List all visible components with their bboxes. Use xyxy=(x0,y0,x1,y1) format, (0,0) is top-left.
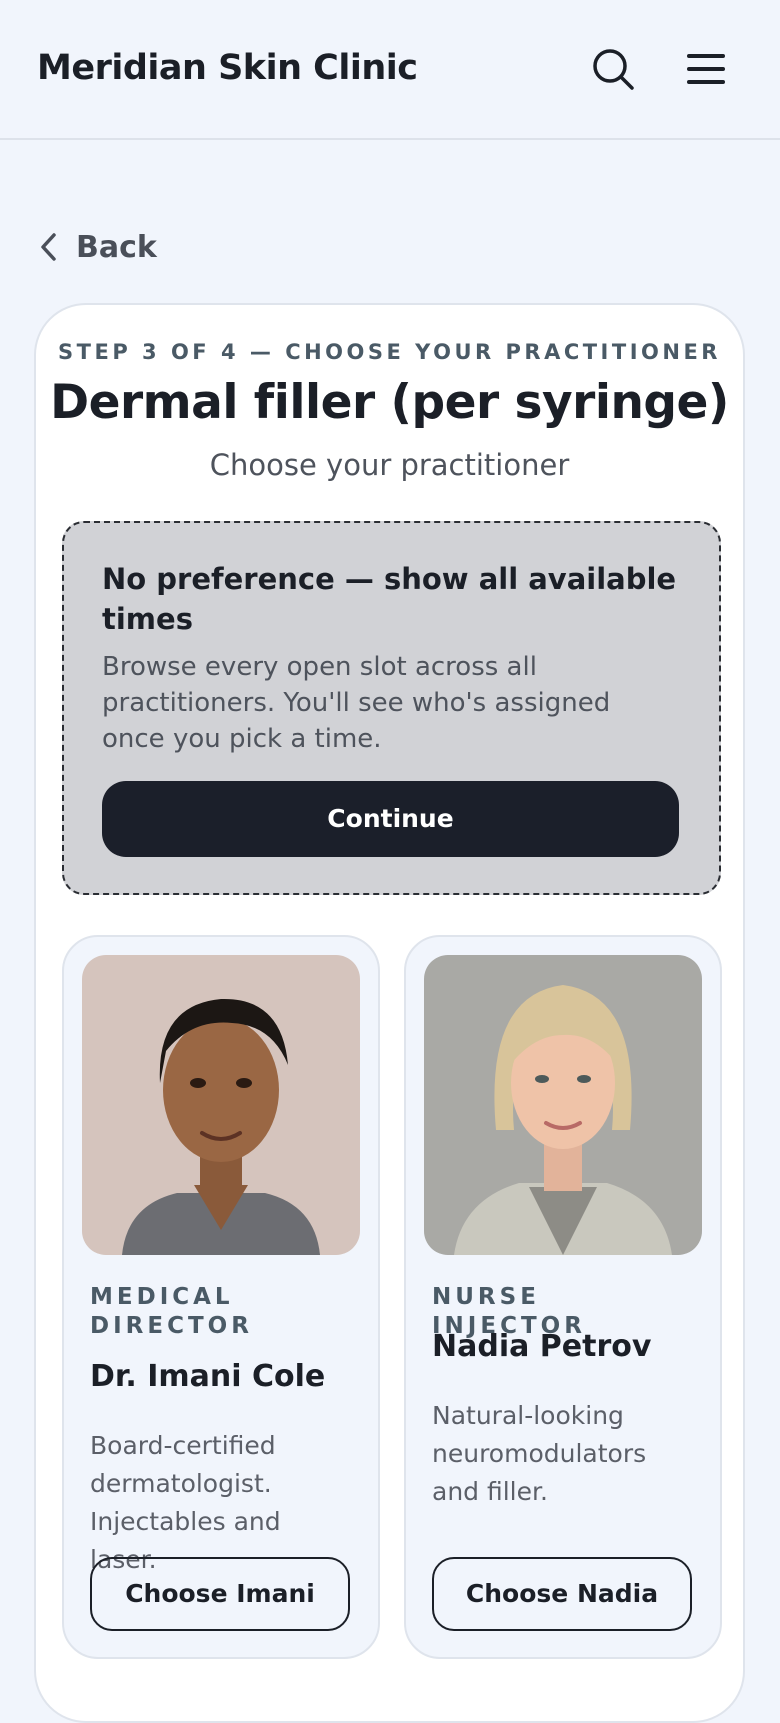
menu-button[interactable] xyxy=(681,44,731,94)
back-link[interactable]: Back xyxy=(38,225,157,269)
continue-button[interactable]: Continue xyxy=(102,781,679,857)
practitioner-card-nadia: NURSE INJECTOR Nadia Petrov Natural-look… xyxy=(404,935,722,1659)
choose-nadia-button[interactable]: Choose Nadia xyxy=(432,1557,692,1631)
step-indicator: STEP 3 OF 4 — CHOOSE YOUR PRACTITIONER xyxy=(58,340,721,364)
practitioner-bio: Natural-looking neuromodulators and fill… xyxy=(432,1401,647,1506)
no-preference-title: No preference — show all available times xyxy=(102,562,677,636)
practitioner-role: MEDICAL DIRECTOR xyxy=(90,1284,253,1339)
choose-imani-button[interactable]: Choose Imani xyxy=(90,1557,350,1631)
chevron-left-icon xyxy=(41,233,56,261)
app-header: Meridian Skin Clinic xyxy=(0,0,780,140)
no-preference-panel: No preference — show all available times… xyxy=(62,521,721,895)
practitioner-name: Nadia Petrov xyxy=(432,1329,652,1364)
page-subtitle: Choose your practitioner xyxy=(209,448,570,482)
practitioner-photo-nadia xyxy=(424,955,702,1255)
back-label: Back xyxy=(76,229,157,265)
practitioner-photo-imani xyxy=(82,955,360,1255)
no-preference-description: Browse every open slot across all practi… xyxy=(102,652,611,754)
booking-card: STEP 3 OF 4 — CHOOSE YOUR PRACTITIONER D… xyxy=(34,303,745,1723)
search-icon xyxy=(593,49,634,90)
hamburger-menu-icon xyxy=(687,54,725,84)
search-button[interactable] xyxy=(588,44,638,94)
practitioner-name: Dr. Imani Cole xyxy=(90,1359,326,1394)
practitioner-card-imani: MEDICAL DIRECTOR Dr. Imani Cole Board-ce… xyxy=(62,935,380,1659)
service-title: Dermal filler (per syringe) xyxy=(50,375,729,430)
clinic-logo-text[interactable]: Meridian Skin Clinic xyxy=(37,48,418,88)
